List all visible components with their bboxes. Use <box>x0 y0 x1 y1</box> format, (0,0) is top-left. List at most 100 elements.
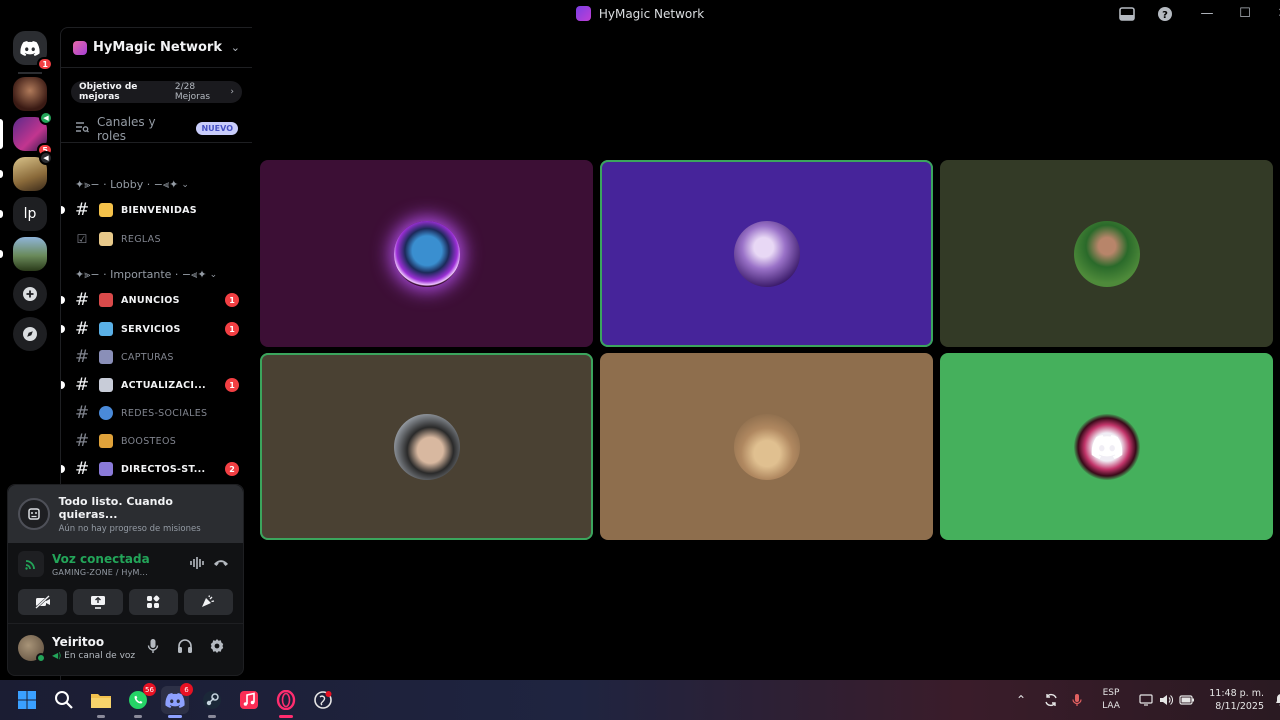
app-icon[interactable] <box>309 686 337 714</box>
running-indicator <box>208 715 216 718</box>
camera-off-button[interactable] <box>18 589 68 615</box>
steam-icon[interactable] <box>198 686 226 718</box>
hash-icon: # <box>75 347 90 367</box>
participant-tile-5[interactable] <box>600 353 933 540</box>
unread-indicator <box>61 381 65 389</box>
microphone-icon[interactable] <box>137 638 169 658</box>
channel-servicios[interactable]: # SERVICIOS 1 <box>61 316 253 342</box>
server-icon-3[interactable]: ◀ <box>13 151 53 191</box>
participant-avatar <box>1073 413 1140 480</box>
channel-label: SERVICIOS <box>121 323 181 335</box>
opera-gx-icon[interactable] <box>272 686 300 718</box>
language-code: ESP <box>1102 688 1120 698</box>
soundboard-button[interactable] <box>183 589 233 615</box>
unread-indicator <box>0 250 3 258</box>
keyboard-language[interactable]: ESP LAA <box>1096 687 1126 713</box>
close-button[interactable]: ✕ <box>1264 0 1280 27</box>
voice-active-icon: ◀ <box>39 111 53 125</box>
minimize-button[interactable]: — <box>1188 0 1226 27</box>
screen-share-button[interactable] <box>73 589 123 615</box>
sync-icon[interactable] <box>1038 693 1064 707</box>
signal-icon[interactable] <box>18 551 44 577</box>
speaker-icon: ◀ <box>39 151 53 165</box>
voice-status-label[interactable]: Voz conectada <box>52 552 185 566</box>
server-name: HyMagic Network <box>93 40 222 55</box>
svg-text:?: ? <box>1162 10 1168 21</box>
participant-tile-1[interactable] <box>260 160 593 347</box>
quest-title: Todo listo. Cuando quieras... <box>58 494 173 521</box>
server-avatar-icon <box>13 77 47 111</box>
participant-tile-4[interactable] <box>260 353 593 540</box>
channel-capturas[interactable]: # CAPTURAS <box>61 344 253 370</box>
hash-icon: # <box>75 375 90 395</box>
channel-anuncios[interactable]: # ANUNCIOS 1 <box>61 287 253 313</box>
participant-tile-3[interactable] <box>940 160 1273 347</box>
people-emoji-icon <box>99 462 113 476</box>
settings-gear-icon[interactable] <box>201 638 233 658</box>
channel-bienvenidas[interactable]: # BIENVENIDAS <box>61 197 253 223</box>
channels-and-roles-label: Canales y roles <box>97 114 156 143</box>
start-button[interactable] <box>13 686 41 714</box>
channel-label: ANUNCIOS <box>121 294 180 306</box>
voice-stage <box>252 27 1280 680</box>
noise-suppression-icon[interactable] <box>185 556 209 573</box>
speaker-icon: ◀) <box>52 650 62 660</box>
search-icon[interactable] <box>50 686 78 714</box>
disconnect-icon[interactable] <box>209 557 233 571</box>
add-server-button[interactable] <box>13 277 47 311</box>
server-icon-5[interactable] <box>13 237 47 271</box>
help-icon[interactable]: ? <box>1146 0 1184 27</box>
channel-boosteos[interactable]: # BOOSTEOS <box>61 428 253 454</box>
file-explorer-icon[interactable] <box>87 686 115 718</box>
unread-indicator <box>61 206 65 214</box>
notification-bell-icon[interactable] <box>1270 693 1280 707</box>
activities-button[interactable] <box>128 589 178 615</box>
headphones-icon[interactable] <box>169 638 201 658</box>
window-controls: — ☐ ✕ <box>1188 0 1280 27</box>
server-icon-hymagic[interactable]: 5 ◀ <box>13 111 53 157</box>
server-icon-1[interactable] <box>13 77 47 111</box>
maximize-button[interactable]: ☐ <box>1226 0 1264 27</box>
music-app-icon[interactable] <box>235 686 263 714</box>
volume-icon[interactable] <box>1156 694 1176 706</box>
title-actions: ? <box>1108 0 1184 27</box>
server-logo-icon <box>73 40 87 55</box>
avatar[interactable] <box>18 634 46 663</box>
server-header[interactable]: HyMagic Network ⌄ <box>61 28 252 68</box>
mention-badge: 2 <box>225 462 239 476</box>
network-icon[interactable] <box>1136 694 1156 706</box>
username[interactable]: Yeiritoo <box>52 635 137 649</box>
hash-icon: # <box>75 290 90 310</box>
layout-code: LAA <box>1102 701 1120 711</box>
voice-channel-label[interactable]: GAMING-ZONE / HyM... <box>52 568 185 577</box>
chevron-up-icon[interactable]: ⌃ <box>1012 693 1030 707</box>
hash-icon: # <box>75 319 90 339</box>
mention-badge: 1 <box>225 293 239 307</box>
channel-directos-streams[interactable]: # DIRECTOS-ST... 2 <box>61 456 253 482</box>
server-icon-lp[interactable]: lp <box>13 197 47 231</box>
quest-banner[interactable]: Todo listo. Cuando quieras... Aún no hay… <box>8 485 243 543</box>
notification-badge: 56 <box>143 683 156 696</box>
participant-tile-6[interactable] <box>940 353 1273 540</box>
user-panel: Todo listo. Cuando quieras... Aún no hay… <box>7 484 244 676</box>
explore-servers-button[interactable] <box>13 317 47 351</box>
participant-tile-2[interactable] <box>600 160 933 347</box>
boost-goal-bar[interactable]: Objetivo de mejoras 2/28 Mejoras › <box>71 81 242 103</box>
chevron-right-icon: › <box>230 87 234 97</box>
server-avatar-icon <box>13 237 47 271</box>
discord-taskbar-icon[interactable]: 6 <box>161 683 193 718</box>
inbox-icon[interactable] <box>1108 0 1146 27</box>
channel-redes-sociales[interactable]: # REDES-SOCIALES <box>61 400 253 426</box>
channel-reglas[interactable]: ☑ REGLAS <box>61 226 253 252</box>
discord-logo-icon <box>1091 434 1122 459</box>
direct-messages-button[interactable]: 1 <box>13 31 53 71</box>
channels-and-roles[interactable]: Canales y roles NUEVO <box>61 115 252 143</box>
category-lobby[interactable]: ✦⫸− · Lobby · −⫷✦ ⌄ <box>75 178 189 192</box>
quest-subtitle: Aún no hay progreso de misiones <box>58 523 201 534</box>
whatsapp-icon[interactable]: 56 <box>124 683 156 718</box>
microphone-in-use-icon[interactable] <box>1064 693 1090 707</box>
clock[interactable]: 11:48 p. m. 8/11/2025 <box>1206 687 1264 713</box>
category-importante[interactable]: ✦⫸− · Importante · −⫷✦ ⌄ <box>75 268 217 282</box>
channel-actualizaciones[interactable]: # ACTUALIZACI... 1 <box>61 372 253 398</box>
battery-icon[interactable] <box>1176 695 1198 705</box>
